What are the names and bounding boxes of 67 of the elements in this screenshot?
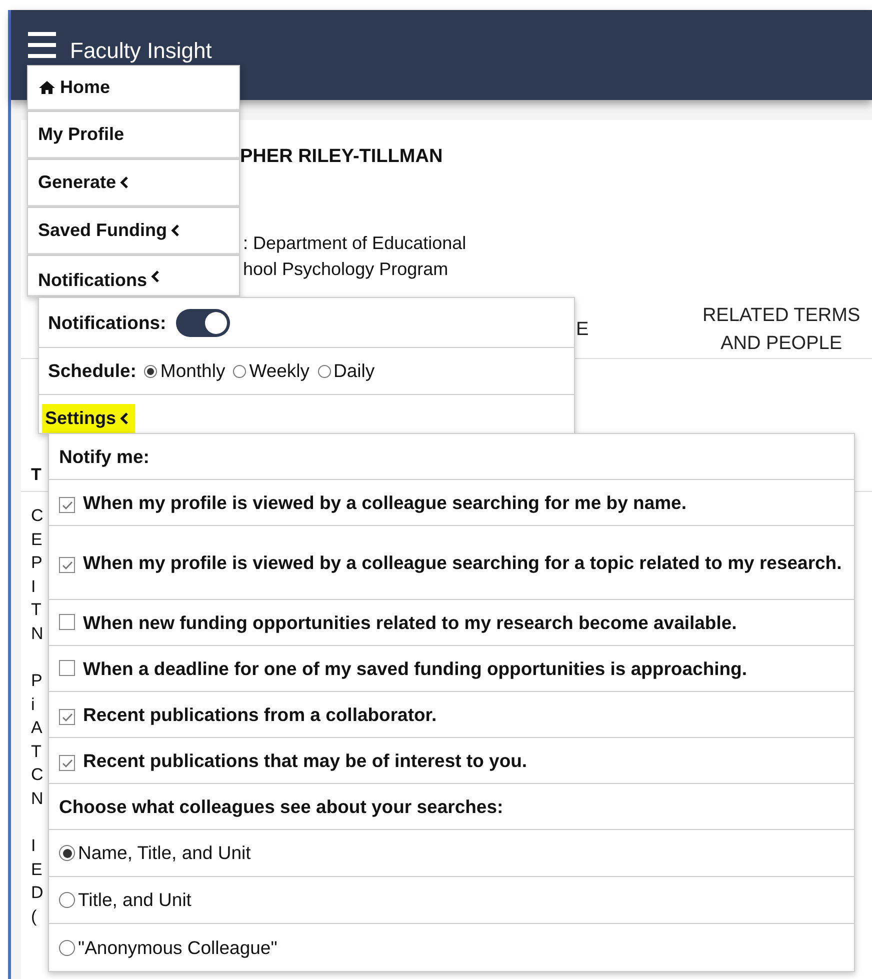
body-text: I	[31, 835, 36, 857]
radio-button[interactable]	[144, 364, 158, 378]
checkbox[interactable]	[59, 614, 75, 630]
menu-item[interactable]: Generate	[27, 159, 240, 207]
tab[interactable]: RELATED TERMS AND PEOPLE	[690, 302, 872, 358]
checkmark-icon	[62, 758, 72, 768]
body-text: N	[31, 788, 44, 810]
checkbox[interactable]	[59, 557, 75, 573]
schedule-label: Schedule:	[48, 360, 136, 382]
body-text: P	[31, 670, 42, 692]
notify-heading: Notify me:	[59, 446, 150, 468]
settings-menu-item[interactable]: Settings	[42, 404, 136, 433]
body-text: E	[31, 528, 42, 550]
chevron-left-icon	[120, 412, 130, 425]
radio-button[interactable]	[59, 892, 75, 908]
checkbox[interactable]	[59, 660, 75, 676]
notifications-label: Notifications:	[48, 312, 166, 334]
body-text: T	[31, 599, 42, 621]
chevron-left-icon	[151, 270, 160, 283]
checkbox[interactable]	[59, 755, 75, 771]
notification-option[interactable]: Recent publications that may be of interest to you.	[59, 748, 528, 774]
checkbox[interactable]	[59, 709, 75, 725]
radio-label: Name, Title, and Unit	[78, 842, 251, 864]
radio-label: Title, and Unit	[78, 889, 192, 911]
home-icon	[38, 80, 56, 95]
checkmark-icon	[62, 500, 72, 510]
radio-label: "Anonymous Colleague"	[78, 936, 278, 958]
notification-option[interactable]: When new funding opportunities related to my research become available.	[59, 610, 737, 636]
chevron-left-icon	[120, 176, 130, 189]
notification-option[interactable]: Recent publications from a collaborator.	[59, 702, 437, 728]
tab[interactable]: E	[576, 302, 691, 358]
body-text: C	[31, 505, 44, 527]
checkbox[interactable]	[59, 497, 75, 513]
body-text: N	[31, 622, 44, 644]
body-text: A	[31, 717, 42, 739]
affiliation-text: : Department of Educational	[243, 232, 466, 255]
body-text: I	[31, 576, 36, 598]
body-text: D	[31, 882, 44, 904]
chevron-left-icon	[171, 224, 180, 237]
notifications-toggle[interactable]	[176, 308, 230, 336]
menu-item[interactable]: Home	[27, 65, 240, 111]
visibility-heading: Choose what colleagues see about your searches:	[59, 796, 504, 818]
menu-icon[interactable]	[28, 32, 56, 58]
body-text: T	[31, 740, 42, 762]
checkmark-icon	[62, 712, 72, 722]
radio-button[interactable]	[59, 845, 75, 861]
notification-option[interactable]: When my profile is viewed by a colleague searching for a topic related to my research.	[59, 550, 842, 576]
app-title: Faculty Insight	[70, 39, 212, 63]
radio-label: Daily	[334, 360, 375, 382]
menu-item[interactable]: My Profile	[27, 111, 240, 159]
affiliation-text: hool Psychology Program	[243, 258, 448, 281]
menu-item[interactable]: Saved Funding	[27, 207, 240, 255]
menu-item[interactable]: Notifications	[27, 255, 240, 297]
body-text: E	[31, 858, 42, 880]
radio-button[interactable]	[318, 364, 331, 378]
body-text: C	[31, 764, 44, 786]
notification-option[interactable]: When a deadline for one of my saved funding opportunities is approaching.	[59, 656, 747, 682]
body-text: i	[31, 694, 35, 716]
radio-label: Weekly	[249, 360, 310, 382]
body-text: P	[31, 552, 42, 574]
notification-option[interactable]: When my profile is viewed by a colleague searching for me by name.	[59, 490, 686, 516]
checkmark-icon	[62, 560, 72, 570]
profile-name: PHER RILEY-TILLMAN	[240, 146, 443, 168]
body-text: (	[31, 906, 37, 928]
radio-label: Monthly	[160, 360, 226, 382]
radio-button[interactable]	[233, 364, 246, 378]
radio-button[interactable]	[59, 940, 75, 956]
